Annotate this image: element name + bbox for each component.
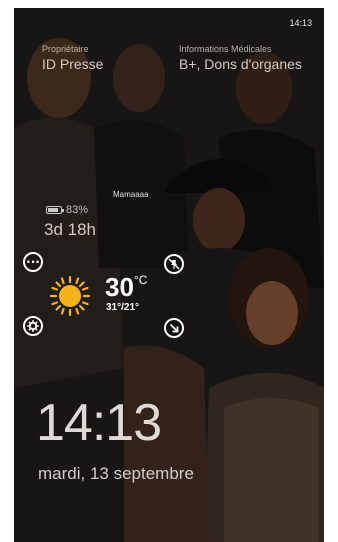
expand-button[interactable] [164,318,184,338]
owner-value: ID Presse [42,56,104,72]
temperature-value: 30 [105,272,134,302]
gear-icon [27,320,39,332]
photo-caption: Mamaaaa [113,190,149,199]
owner-label: Propriétaire [42,44,89,54]
battery-status: 83% [46,204,88,216]
owner-info: Propriétaire ID Presse [42,44,103,72]
unpin-button[interactable] [164,254,184,274]
battery-uptime: 3d 18h [44,220,96,239]
lock-date: mardi, 13 septembre [38,464,194,483]
settings-button[interactable] [23,316,43,336]
medical-info: Informations Médicales B+, Dons d'organe… [179,44,309,72]
lock-screen: 14:13 Propriétaire ID Presse Information… [14,8,324,542]
temperature: 30°C [105,273,147,301]
battery-icon [46,206,64,214]
medical-label: Informations Médicales [179,44,272,54]
battery-percent: 83% [66,204,89,216]
more-options-button[interactable]: ··· [23,252,43,272]
medical-value: B+, Dons d'organes [179,56,302,72]
status-bar-time: 14:13 [289,18,312,28]
lock-clock: 14:13 [36,394,162,452]
temperature-minmax: 31°/21° [106,302,140,313]
pin-off-icon [168,258,180,270]
ellipsis-icon: ··· [26,255,40,269]
arrow-down-right-icon [169,323,179,333]
background-photo [14,8,324,542]
temperature-unit: °C [133,273,148,287]
sun-icon [50,276,90,316]
